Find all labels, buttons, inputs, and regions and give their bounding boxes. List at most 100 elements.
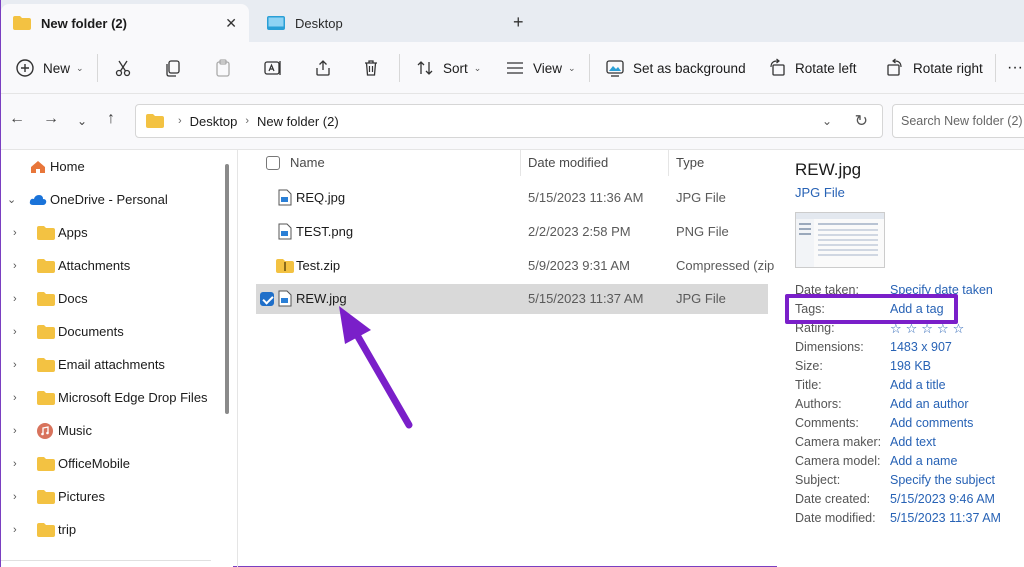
column-header-name[interactable]: Name xyxy=(290,155,325,170)
file-type: JPG File xyxy=(676,190,726,205)
add-author-field[interactable]: Add an author xyxy=(890,397,969,411)
divider xyxy=(995,54,996,82)
table-row[interactable]: Test.zip 5/9/2023 9:31 AM Compressed (zi… xyxy=(256,252,774,280)
chevron-right-icon[interactable]: › xyxy=(13,491,17,503)
chevron-right-icon[interactable]: › xyxy=(13,458,17,470)
select-all-checkbox[interactable] xyxy=(266,156,280,170)
breadcrumb-new-folder-2[interactable]: New folder (2) xyxy=(257,114,339,129)
sidebar-item-edge-drop-files[interactable]: › Microsoft Edge Drop Files xyxy=(1,381,219,414)
chevron-right-icon[interactable]: › xyxy=(13,359,17,371)
column-divider[interactable] xyxy=(520,150,521,176)
column-header-type[interactable]: Type xyxy=(676,155,704,170)
set-as-background-label: Set as background xyxy=(633,60,746,76)
forward-arrow-icon[interactable]: → xyxy=(43,110,59,128)
screenshot-thumbnail-icon xyxy=(796,213,884,267)
navigation-pane: Home ⌄ OneDrive - Personal › Apps › Atta… xyxy=(1,150,233,567)
chevron-right-icon[interactable]: › xyxy=(13,524,17,536)
sidebar-item-music[interactable]: › Music xyxy=(1,414,219,447)
music-icon xyxy=(37,422,53,439)
divider xyxy=(399,54,400,82)
tab-new-folder-2[interactable]: New folder (2) ✕ xyxy=(1,4,249,42)
sidebar-item-label: OneDrive - Personal xyxy=(50,192,168,207)
chevron-down-icon[interactable]: ⌄ xyxy=(7,193,16,206)
column-divider[interactable] xyxy=(668,150,669,176)
more-options-button[interactable]: ··· xyxy=(1007,42,1023,94)
up-arrow-icon[interactable]: ↑ xyxy=(107,110,115,128)
wallpaper-icon xyxy=(606,60,624,77)
copy-button[interactable] xyxy=(163,42,183,94)
sidebar-item-apps[interactable]: › Apps xyxy=(1,216,219,249)
paste-icon xyxy=(216,59,230,77)
folder-icon xyxy=(37,291,55,306)
chevron-right-icon: › xyxy=(245,115,250,127)
delete-button[interactable] xyxy=(361,42,381,94)
back-arrow-icon[interactable]: ← xyxy=(9,110,25,128)
chevron-down-icon: ⌄ xyxy=(473,62,482,73)
rotate-right-button[interactable]: Rotate right xyxy=(885,42,983,94)
prop-key: Size: xyxy=(795,359,823,373)
sidebar-item-documents[interactable]: › Documents xyxy=(1,315,219,348)
divider xyxy=(1,560,211,561)
folder-icon xyxy=(37,456,55,471)
recent-chevron-icon[interactable]: ⌄ xyxy=(77,114,87,128)
chevron-right-icon[interactable]: › xyxy=(13,227,17,239)
home-icon xyxy=(31,160,45,173)
add-camera-model-field[interactable]: Add a name xyxy=(890,454,957,468)
sidebar-item-pictures[interactable]: › Pictures xyxy=(1,480,219,513)
column-header-date[interactable]: Date modified xyxy=(528,155,608,170)
sidebar-item-attachments[interactable]: › Attachments xyxy=(1,249,219,282)
table-row[interactable]: TEST.png 2/2/2023 2:58 PM PNG File xyxy=(256,218,768,246)
add-subject-field[interactable]: Specify the subject xyxy=(890,473,995,487)
file-type: Compressed (zip xyxy=(676,258,775,273)
paste-button[interactable] xyxy=(213,42,233,94)
image-file-icon xyxy=(278,223,292,240)
add-comments-field[interactable]: Add comments xyxy=(890,416,973,430)
tab-desktop[interactable]: Desktop xyxy=(255,4,505,42)
sidebar-item-trip[interactable]: › trip xyxy=(1,513,219,546)
search-input[interactable]: Search New folder (2) xyxy=(892,104,1024,138)
sidebar-item-home[interactable]: Home xyxy=(1,150,219,183)
sidebar-item-onedrive[interactable]: ⌄ OneDrive - Personal xyxy=(1,183,219,216)
chevron-right-icon[interactable]: › xyxy=(13,425,17,437)
rename-icon xyxy=(264,61,281,75)
add-camera-maker-field[interactable]: Add text xyxy=(890,435,936,449)
set-as-background-button[interactable]: Set as background xyxy=(605,42,746,94)
rename-button[interactable] xyxy=(263,42,283,94)
sidebar-item-email-attachments[interactable]: › Email attachments xyxy=(1,348,219,381)
share-button[interactable] xyxy=(313,42,333,94)
chevron-down-icon[interactable]: ⌄ xyxy=(822,114,832,128)
close-icon[interactable]: ✕ xyxy=(225,15,237,32)
chevron-right-icon[interactable]: › xyxy=(13,326,17,338)
column-header-row: Name Date modified Type xyxy=(238,150,772,176)
file-name: Test.zip xyxy=(296,258,341,273)
chevron-right-icon[interactable]: › xyxy=(13,293,17,305)
prop-value: 1483 x 907 xyxy=(890,340,952,354)
sidebar-item-label: Home xyxy=(50,159,85,174)
prop-dimensions: Dimensions: 1483 x 907 xyxy=(795,340,1024,359)
chevron-right-icon[interactable]: › xyxy=(13,260,17,272)
table-row[interactable]: REQ.jpg 5/15/2023 11:36 AM JPG File xyxy=(256,184,768,212)
breadcrumb-desktop[interactable]: Desktop xyxy=(190,114,238,129)
add-title-field[interactable]: Add a title xyxy=(890,378,946,392)
prop-value: 198 KB xyxy=(890,359,932,373)
sort-button[interactable]: Sort ⌄ xyxy=(415,42,481,94)
sidebar-item-label: Apps xyxy=(58,225,88,240)
chevron-right-icon[interactable]: › xyxy=(13,392,17,404)
add-tab-button[interactable]: + xyxy=(513,12,524,33)
view-button[interactable]: View ⌄ xyxy=(505,42,576,94)
details-title: REW.jpg xyxy=(795,160,862,179)
chevron-right-icon: › xyxy=(178,115,182,127)
sidebar-scrollbar[interactable] xyxy=(225,164,229,414)
cut-button[interactable] xyxy=(113,42,133,94)
row-checkbox[interactable] xyxy=(260,292,274,306)
sidebar-item-docs[interactable]: › Docs xyxy=(1,282,219,315)
address-bar[interactable]: › Desktop › New folder (2) ⌄ ↻ xyxy=(135,104,883,138)
refresh-icon[interactable]: ↻ xyxy=(855,111,868,131)
prop-key: Camera maker: xyxy=(795,435,882,449)
new-button[interactable]: New ⌄ xyxy=(15,42,84,94)
sidebar-item-label: Music xyxy=(58,423,92,438)
folder-icon xyxy=(37,324,55,339)
sidebar-item-officemobile[interactable]: › OfficeMobile xyxy=(1,447,219,480)
rotate-left-button[interactable]: Rotate left xyxy=(767,42,857,94)
prop-value: 5/15/2023 11:37 AM xyxy=(890,511,1001,525)
